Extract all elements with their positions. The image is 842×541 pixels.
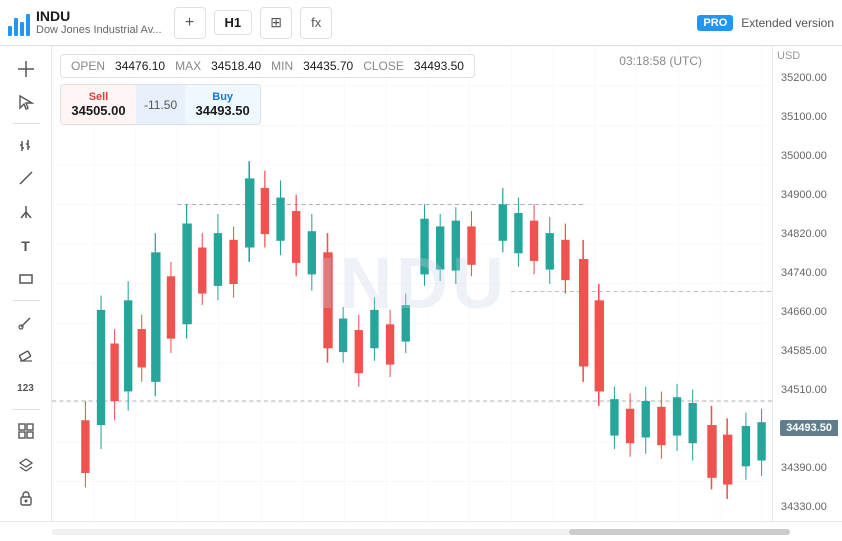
lock-tool[interactable]: [8, 484, 44, 514]
bar-chart-tool[interactable]: [8, 130, 44, 160]
open-label: OPEN: [71, 59, 105, 73]
bid-ask-box: Sell 34505.00 -11.50 Buy 34493.50: [60, 84, 261, 125]
buy-price: 34493.50: [195, 103, 250, 118]
price-tick: 34510.00: [777, 384, 838, 396]
max-value: 34518.40: [211, 59, 261, 73]
price-tick: 34390.00: [777, 462, 838, 474]
add-instrument-button[interactable]: +: [174, 7, 206, 39]
price-tick: 35100.00: [777, 111, 838, 123]
chart-area[interactable]: OPEN 34476.10 MAX 34518.40 MIN 34435.70 …: [52, 46, 772, 521]
cursor-tool[interactable]: [8, 88, 44, 118]
formula-button[interactable]: fx: [300, 7, 332, 39]
current-price-tag: 34493.50: [780, 420, 838, 436]
min-label: MIN: [271, 59, 293, 73]
symbol-description: Dow Jones Industrial Av...: [36, 24, 162, 37]
indicators-button[interactable]: ⊞: [260, 7, 292, 39]
price-tick: 35200.00: [777, 72, 838, 84]
sell-side[interactable]: Sell 34505.00: [61, 85, 136, 124]
trend-line-tool[interactable]: [8, 164, 44, 194]
toolbar-divider-3: [12, 409, 40, 410]
timeframe-button[interactable]: H1: [214, 10, 253, 35]
all-objects-tool[interactable]: [8, 416, 44, 446]
ohlc-bar: OPEN 34476.10 MAX 34518.40 MIN 34435.70 …: [60, 54, 475, 78]
min-value: 34435.70: [303, 59, 353, 73]
sell-price: 34505.00: [71, 103, 126, 118]
rectangle-tool[interactable]: [8, 264, 44, 294]
scroll-thumb[interactable]: [569, 529, 790, 535]
buy-label: Buy: [195, 91, 250, 103]
text-tool-icon: T: [21, 238, 30, 254]
price-tick: 34740.00: [777, 267, 838, 279]
price-tick: 34900.00: [777, 189, 838, 201]
sell-label: Sell: [71, 91, 126, 103]
close-label: CLOSE: [363, 59, 404, 73]
price-tick: 34585.00: [777, 345, 838, 357]
price-tick: 34820.00: [777, 228, 838, 240]
brush-tool[interactable]: [8, 307, 44, 337]
price-axis: USD 35200.0035100.0035000.0034900.003482…: [772, 46, 842, 521]
symbol-name: INDU: [36, 8, 162, 25]
bottom-scroll-bar: [0, 521, 842, 541]
close-value: 34493.50: [414, 59, 464, 73]
eraser-tool[interactable]: [8, 340, 44, 370]
pro-badge: PRO: [697, 15, 733, 31]
extended-version-label: Extended version: [741, 16, 834, 30]
crosshair-tool[interactable]: [8, 54, 44, 84]
number-tag-tool[interactable]: 123: [8, 374, 44, 404]
symbol-logo-area: INDU Dow Jones Industrial Av...: [8, 8, 162, 38]
left-toolbar: T 123: [0, 46, 52, 521]
scroll-track[interactable]: [52, 529, 790, 535]
max-label: MAX: [175, 59, 201, 73]
toolbar-divider-2: [12, 300, 40, 301]
chart-logo-icon: [8, 8, 30, 36]
main-area: T 123: [0, 46, 842, 521]
timestamp: 03:18:58 (UTC): [619, 54, 702, 68]
price-tick: 34330.00: [777, 501, 838, 513]
open-value: 34476.10: [115, 59, 165, 73]
pitchfork-tool[interactable]: [8, 197, 44, 227]
buy-side[interactable]: Buy 34493.50: [185, 85, 260, 124]
header: INDU Dow Jones Industrial Av... + H1 ⊞ f…: [0, 0, 842, 46]
price-change: -11.50: [136, 85, 185, 124]
layers-tool[interactable]: [8, 450, 44, 480]
toolbar-divider-1: [12, 123, 40, 124]
price-tick: 34660.00: [777, 306, 838, 318]
price-tick: 35000.00: [777, 150, 838, 162]
symbol-info: INDU Dow Jones Industrial Av...: [36, 8, 162, 38]
number-tag-icon: 123: [17, 383, 34, 394]
text-tool[interactable]: T: [8, 231, 44, 261]
